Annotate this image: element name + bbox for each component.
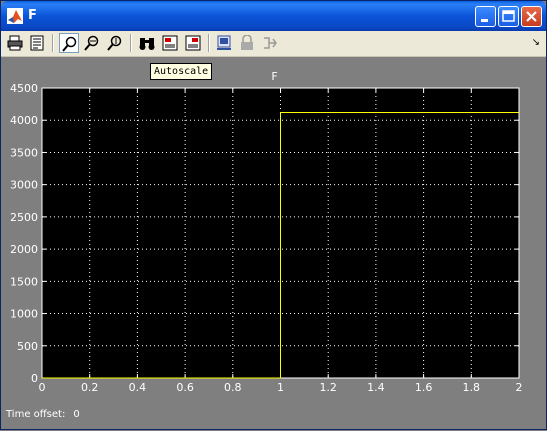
x-tick-label: 2 [516,381,523,394]
y-tick-label: 4000 [10,114,38,127]
y-tick-label: 1500 [10,275,38,288]
y-tick-label: 3500 [10,146,38,159]
scope-window: F ↘ 0 0.2 0.4 0.6 0.8 1 1.2 1.4 1.6 1.8 … [0,0,547,430]
x-tick-label: 1.8 [463,381,481,394]
scope-plot: 0 0.2 0.4 0.6 0.8 1 1.2 1.4 1.6 1.8 2 0 500 1000 1500 2… [10,82,523,394]
x-tick-label: 0.2 [81,381,99,394]
x-tick-label: 1.6 [415,381,433,394]
y-tick-label: 500 [17,340,38,353]
y-tick-label: 0 [31,372,38,385]
time-offset-label: Time offset: [6,409,66,420]
y-tick-label: 2500 [10,211,38,224]
x-tick-label: 1.4 [367,381,385,394]
x-tick-label: 0.4 [129,381,147,394]
y-tick-label: 2000 [10,243,38,256]
x-tick-label: 0 [39,381,46,394]
chart-title: F [271,70,278,83]
y-tick-label: 4500 [10,82,38,95]
y-tick-label: 1000 [10,308,38,321]
x-tick-label: 1 [277,381,284,394]
x-tick-label: 0.6 [176,381,194,394]
time-offset-status: Time offset: 0 [6,409,80,420]
time-offset-value: 0 [73,409,80,420]
autoscale-tooltip: Autoscale [150,63,213,80]
y-tick-label: 3000 [10,179,38,192]
x-tick-label: 0.8 [224,381,242,394]
x-tick-label: 1.2 [319,381,337,394]
